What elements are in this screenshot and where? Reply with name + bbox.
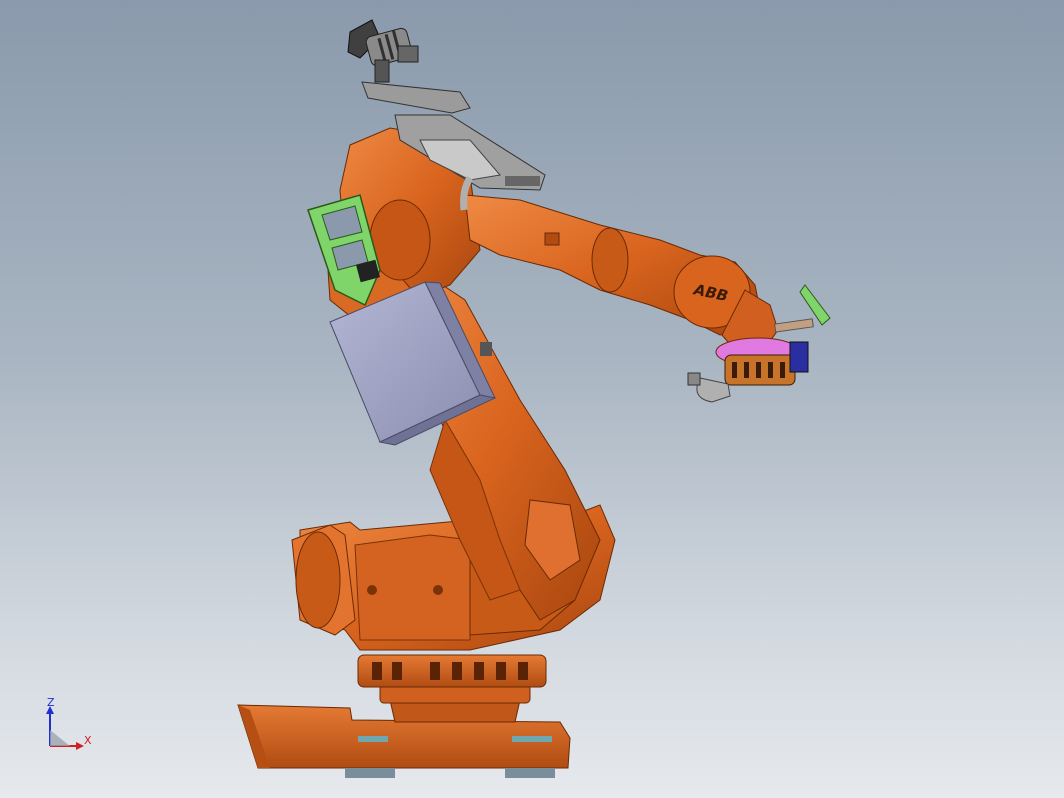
robot-base-rotary — [357, 654, 547, 723]
robot-forearm: ABB — [464, 194, 761, 336]
z-axis-label: Z — [47, 696, 55, 709]
coordinate-triad: Z X — [38, 696, 108, 756]
robot-model[interactable]: ABB — [0, 0, 1064, 798]
3d-model-viewport[interactable]: ABB Z X — [0, 0, 1064, 798]
x-axis-label: X — [84, 734, 92, 747]
spindle-tool — [347, 19, 419, 83]
